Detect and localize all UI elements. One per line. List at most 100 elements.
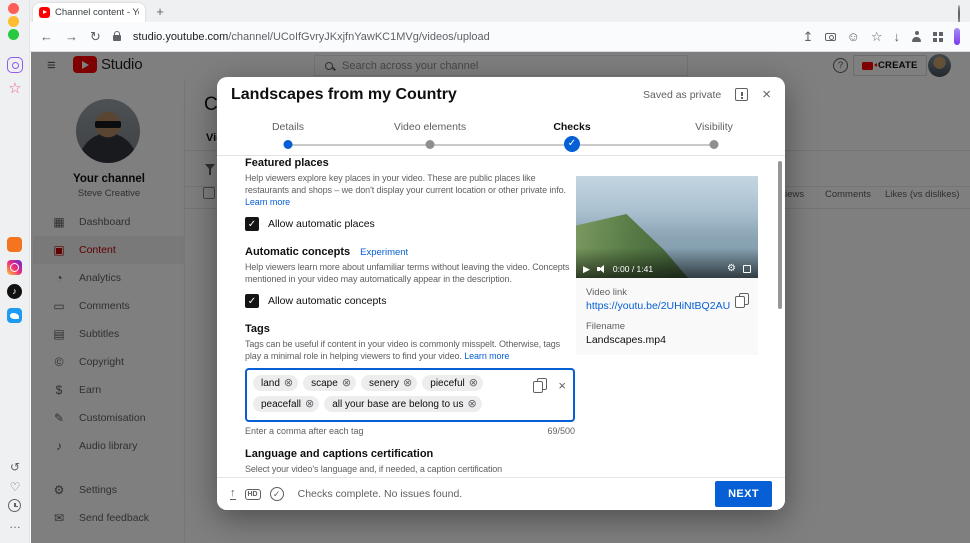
- player-settings-icon[interactable]: ⚙: [727, 264, 736, 274]
- clear-tags-icon[interactable]: ×: [558, 379, 566, 392]
- step-visibility[interactable]: Visibility ✓: [643, 113, 785, 133]
- close-icon[interactable]: ×: [762, 87, 771, 102]
- address-bar[interactable]: studio.youtube.com/channel/UCoIfGvryJKxj…: [133, 31, 791, 43]
- clock-icon[interactable]: [8, 499, 21, 512]
- more-options-icon[interactable]: …: [7, 516, 23, 532]
- divider: [217, 155, 785, 156]
- hd-processing-icon: HD: [245, 489, 261, 500]
- remove-tag-icon[interactable]: ⊗: [305, 399, 314, 410]
- tag-chip[interactable]: senery ⊗: [361, 375, 417, 391]
- tags-description: Tags can be useful if content in your vi…: [245, 338, 575, 362]
- remove-tag-icon[interactable]: ⊗: [284, 378, 293, 389]
- allow-automatic-places-row: ✓ Allow automatic places: [245, 217, 575, 231]
- step-dot: ✓: [284, 140, 293, 149]
- remove-tag-icon[interactable]: ⊗: [467, 399, 476, 410]
- tag-chip[interactable]: all your base are belong to us ⊗: [324, 396, 481, 412]
- lock-icon[interactable]: [113, 35, 121, 41]
- scrollbar[interactable]: [778, 161, 782, 309]
- window-zoom-button[interactable]: [8, 29, 19, 40]
- filename-label: Filename: [586, 321, 748, 332]
- learn-more-link[interactable]: Learn more: [464, 351, 509, 361]
- language-heading: Language and captions certification: [245, 448, 575, 460]
- share-icon[interactable]: ↥: [803, 30, 814, 43]
- step-dot: ✓: [710, 140, 719, 149]
- notifications-app-icon[interactable]: [7, 57, 23, 73]
- experiment-badge: Experiment: [360, 247, 408, 258]
- extensions-puzzle-icon[interactable]: [933, 32, 937, 36]
- sidebar-toggle-icon[interactable]: [954, 28, 960, 45]
- allow-automatic-concepts-checkbox[interactable]: ✓: [245, 294, 259, 308]
- camera-icon[interactable]: [825, 33, 836, 41]
- tag-chip[interactable]: pieceful ⊗: [422, 375, 483, 391]
- checks-form: Featured places Help viewers explore key…: [245, 157, 575, 477]
- bookmark-star-icon[interactable]: ☆: [871, 30, 883, 43]
- automatic-concepts-description: Help viewers learn more about unfamiliar…: [245, 261, 575, 285]
- player-controls: ▶ 0:00 / 1:41 ⚙: [576, 260, 758, 278]
- browser-tab[interactable]: Channel content - YouT...: [33, 3, 145, 22]
- heart-icon[interactable]: ♡: [7, 479, 23, 495]
- copy-link-icon[interactable]: [735, 293, 749, 308]
- featured-places-heading: Featured places: [245, 157, 575, 169]
- featured-places-description: Help viewers explore key places in your …: [245, 172, 575, 208]
- step-video-elements[interactable]: Video elements ✓: [359, 113, 501, 133]
- reload-button[interactable]: ↻: [90, 30, 101, 43]
- remove-tag-icon[interactable]: ⊗: [469, 378, 478, 389]
- window-close-button[interactable]: [8, 3, 19, 14]
- tag-chip[interactable]: land ⊗: [253, 375, 298, 391]
- toolbar-actions: ↥ ☺ ☆ ↓: [803, 28, 960, 45]
- time-display: 0:00 / 1:41: [613, 264, 653, 274]
- tag-chip[interactable]: scape ⊗: [303, 375, 356, 391]
- video-link-label: Video link: [586, 287, 748, 298]
- favorites-star-icon[interactable]: ☆: [7, 80, 23, 96]
- back-button[interactable]: ←: [40, 30, 53, 43]
- download-icon[interactable]: ↓: [894, 30, 901, 43]
- copy-tags-icon[interactable]: [533, 378, 547, 393]
- tags-heading: Tags: [245, 323, 575, 335]
- step-details[interactable]: Details ✓: [217, 113, 359, 133]
- step-dot: ✓: [564, 136, 580, 152]
- tiktok-icon[interactable]: ♪: [7, 284, 22, 299]
- remove-tag-icon[interactable]: ⊗: [403, 378, 412, 389]
- step-checks[interactable]: Checks ✓: [501, 113, 643, 133]
- upload-steps: Details ✓ Video elements ✓ Checks ✓ Visi…: [217, 113, 785, 155]
- instagram-icon[interactable]: [7, 260, 22, 275]
- twitter-icon[interactable]: [7, 308, 22, 323]
- upload-status-icon: ↑: [230, 488, 236, 500]
- youtube-favicon: [39, 7, 50, 18]
- checks-status-text: Checks complete. No issues found.: [298, 488, 463, 500]
- pinned-app-icon[interactable]: [7, 237, 22, 252]
- step-dot: ✓: [426, 140, 435, 149]
- tag-chips: land ⊗ scape ⊗ senery ⊗ pieceful ⊗ peace…: [253, 375, 521, 412]
- forward-button[interactable]: →: [65, 30, 78, 43]
- check-icon: ✓: [248, 219, 256, 230]
- next-button[interactable]: NEXT: [715, 481, 772, 507]
- volume-icon[interactable]: [597, 264, 606, 274]
- feedback-icon[interactable]: [735, 88, 748, 101]
- steps-connector: [288, 144, 714, 146]
- browser-tab-strip: Channel content - YouT... +: [30, 0, 970, 22]
- new-tab-button[interactable]: +: [152, 3, 168, 19]
- fullscreen-icon[interactable]: [743, 265, 751, 273]
- emoji-icon[interactable]: ☺: [847, 30, 860, 43]
- automatic-concepts-heading: Automatic concepts: [245, 246, 350, 258]
- tab-title: Channel content - YouT...: [55, 7, 139, 18]
- tags-input-box[interactable]: land ⊗ scape ⊗ senery ⊗ pieceful ⊗ peace…: [245, 368, 575, 422]
- play-icon[interactable]: ▶: [583, 265, 590, 274]
- checks-status-icon: ✓: [270, 487, 284, 501]
- dialog-footer: ↑ HD ✓ Checks complete. No issues found.…: [217, 477, 785, 510]
- remove-tag-icon[interactable]: ⊗: [342, 378, 351, 389]
- language-description: Select your video's language and, if nee…: [245, 463, 575, 475]
- allow-automatic-concepts-row: ✓ Allow automatic concepts: [245, 294, 575, 308]
- filename-value: Landscapes.mp4: [586, 334, 748, 346]
- learn-more-link[interactable]: Learn more: [245, 197, 290, 207]
- allow-automatic-places-checkbox[interactable]: ✓: [245, 217, 259, 231]
- video-info-card: Video link https://youtu.be/2UHiNtBQ2AU …: [576, 278, 758, 355]
- profile-icon[interactable]: [911, 31, 922, 42]
- tag-chip[interactable]: peacefall ⊗: [253, 396, 319, 412]
- saved-status: Saved as private: [643, 89, 721, 101]
- video-player[interactable]: ▶ 0:00 / 1:41 ⚙: [576, 176, 758, 278]
- browser-toolbar: ← → ↻ studio.youtube.com/channel/UCoIfGv…: [30, 22, 970, 52]
- window-minimize-button[interactable]: [8, 16, 19, 27]
- video-link[interactable]: https://youtu.be/2UHiNtBQ2AU: [586, 300, 734, 312]
- history-icon[interactable]: ↺: [7, 459, 23, 475]
